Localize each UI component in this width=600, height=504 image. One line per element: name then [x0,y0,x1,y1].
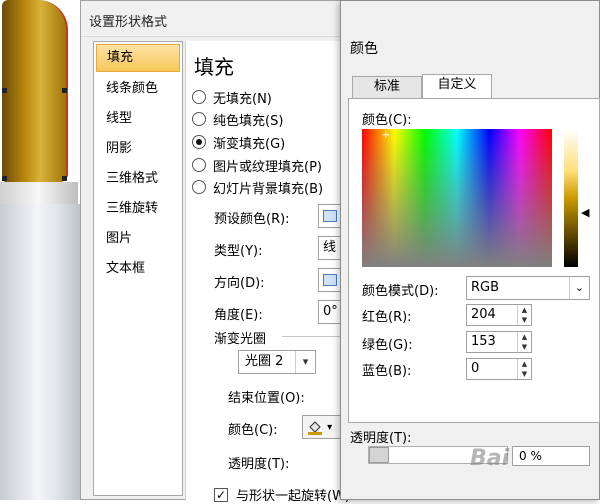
knife-blade-shape [0,204,84,500]
category-fill[interactable]: 填充 [96,44,180,72]
category-3d-rotation[interactable]: 三维旋转 [94,194,182,224]
color-spectrum-picker[interactable] [362,129,552,267]
angle-label: 角度(E): [214,308,263,323]
red-label: 红色(R): [362,310,412,325]
radio-no-fill[interactable]: 无填充(N) [192,87,272,107]
category-shadow[interactable]: 阴影 [94,134,182,164]
dialog-title: 设置形状格式 [89,15,168,30]
gradient-stop-dropdown[interactable]: 光圈 2 ▾ [238,350,316,374]
transparency-input[interactable]: 0 % [512,446,590,466]
color-dialog-title: 颜色 [350,41,378,57]
tab-custom[interactable]: 自定义 [422,74,492,99]
fill-settings-panel: 填充 无填充(N) 纯色填充(S) 渐变填充(G) 图片或纹理填充(P) 幻灯片… [185,41,366,504]
category-line-color[interactable]: 线条颜色 [94,74,182,104]
radio-label: 无填充(N) [213,91,272,107]
radio-button[interactable] [192,90,206,104]
color-transparency-label: 透明度(T): [350,431,412,446]
chevron-down-icon: ▾ [327,422,333,433]
selection-handle[interactable] [62,88,67,93]
blue-value: 0 [471,361,480,376]
selection-handle[interactable] [62,176,67,181]
chevron-down-icon[interactable]: ▾ [295,351,315,373]
panel-title: 填充 [194,55,234,79]
paint-bucket-icon [307,420,323,435]
green-value: 153 [471,334,496,349]
type-label: 类型(Y): [214,244,263,259]
direction-swatch-icon [323,273,337,286]
category-text-box[interactable]: 文本框 [94,254,182,284]
radio-button[interactable] [192,158,206,172]
radio-solid-fill[interactable]: 纯色填充(S) [192,109,283,129]
category-3d-format[interactable]: 三维格式 [94,164,182,194]
format-category-list: 填充 线条颜色 线型 阴影 三维格式 三维旋转 图片 文本框 [93,41,183,496]
color-model-label: 颜色模式(D): [362,284,439,299]
luminance-arrow-icon[interactable]: ◀ [581,206,589,219]
checkbox-checked[interactable]: ✓ [214,487,228,502]
radio-slide-background-fill[interactable]: 幻灯片背景填充(B) [192,177,323,197]
tab-standard[interactable]: 标准 [352,76,422,98]
radio-label: 幻灯片背景填充(B) [213,181,324,197]
knife-handle-shape[interactable] [2,0,68,182]
radio-button[interactable] [192,112,206,126]
crosshair-icon[interactable]: ✛ [382,132,390,141]
stop-value: 光圈 2 [245,354,284,369]
radio-button-checked[interactable] [192,135,206,149]
radio-picture-fill[interactable]: 图片或纹理填充(P) [192,155,322,175]
selection-handle[interactable] [2,88,7,93]
red-value: 204 [471,307,496,322]
spin-arrows-icon[interactable]: ▲ ▼ [517,305,531,325]
spin-arrows-icon[interactable]: ▲ ▼ [517,332,531,352]
knife-bolster-shape [0,182,78,204]
color-model-dropdown[interactable]: RGB ⌄ [466,276,590,300]
red-spinner[interactable]: 204 ▲ ▼ [466,304,532,326]
end-position-label: 结束位置(O): [228,391,305,406]
radio-button[interactable] [192,180,206,194]
chevron-down-icon[interactable]: ⌄ [569,277,589,299]
colors-label: 颜色(C): [362,113,412,128]
spin-arrows-icon[interactable]: ▲ ▼ [517,359,531,379]
checkbox-label: 与形状一起旋转(W) [236,489,350,504]
preset-colors-label: 预设颜色(R): [214,212,290,227]
radio-gradient-fill[interactable]: 渐变填充(G) [192,132,285,152]
category-line-style[interactable]: 线型 [94,104,182,134]
stop-color-label: 颜色(C): [228,423,278,438]
radio-label: 图片或纹理填充(P) [213,159,322,175]
rotate-with-shape-checkbox[interactable]: ✓ 与形状一起旋转(W) [214,485,350,504]
stop-transparency-label: 透明度(T): [228,457,290,472]
direction-label: 方向(D): [214,276,265,291]
blue-spinner[interactable]: 0 ▲ ▼ [466,358,532,380]
blue-label: 蓝色(B): [362,364,412,379]
transparency-slider-thumb[interactable] [369,447,389,463]
green-label: 绿色(G): [362,338,413,353]
category-picture[interactable]: 图片 [94,224,182,254]
gradient-swatch-icon [323,209,337,222]
radio-label: 纯色填充(S) [213,113,284,129]
luminance-slider[interactable] [564,129,578,267]
model-value: RGB [471,280,500,295]
green-spinner[interactable]: 153 ▲ ▼ [466,331,532,353]
selection-handle[interactable] [2,176,7,181]
watermark: Bai [470,446,510,471]
radio-label: 渐变填充(G) [213,136,286,152]
gradient-stops-group-label: 渐变光圈 [214,332,267,347]
